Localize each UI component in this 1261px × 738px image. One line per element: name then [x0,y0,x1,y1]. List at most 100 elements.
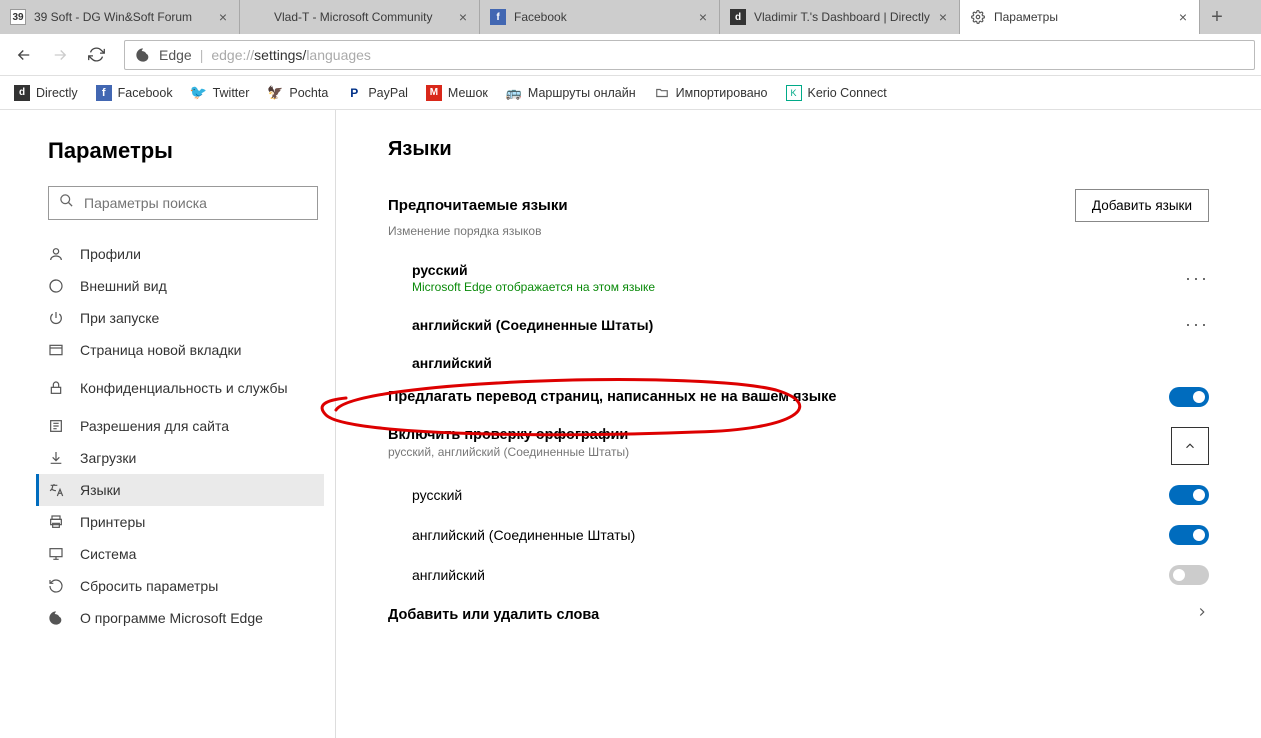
lock-icon [48,380,66,396]
collapse-button[interactable] [1171,427,1209,465]
pochta-icon: 🦅 [267,85,283,101]
bookmark-routes[interactable]: 🚌Маршруты онлайн [498,79,644,107]
nav-languages[interactable]: Языки [36,474,324,506]
tab-strip: 39 39 Soft - DG Win&Soft Forum × Vlad-T … [0,0,1261,34]
close-icon[interactable]: × [935,9,951,25]
bookmark-pochta[interactable]: 🦅Pochta [259,79,336,107]
language-icon [48,482,66,498]
nav-reset[interactable]: Сбросить параметры [36,570,324,602]
dictionary-label: Добавить или удалить слова [388,607,599,623]
tab-5-active[interactable]: Параметры × [960,0,1200,34]
back-button[interactable] [6,37,42,73]
bookmark-directly[interactable]: dDirectly [6,79,86,107]
nav-system[interactable]: Система [36,538,324,570]
address-url: edge://settings/languages [211,47,371,63]
favicon-facebook: f [490,9,506,25]
dictionary-row[interactable]: Добавить или удалить слова [388,595,1209,634]
close-icon[interactable]: × [1175,9,1191,25]
language-item-english[interactable]: английский [388,345,1209,377]
language-item-russian[interactable]: русский Microsoft Edge отображается на э… [388,252,1209,304]
paypal-icon: P [346,85,362,101]
add-languages-button[interactable]: Добавить языки [1075,189,1209,222]
close-icon[interactable]: × [455,9,471,25]
spell-toggle-english[interactable] [1169,565,1209,585]
spell-toggle-russian[interactable] [1169,485,1209,505]
close-icon[interactable]: × [215,9,231,25]
search-input[interactable] [84,195,307,211]
spellcheck-sub: русский, английский (Соединенные Штаты) [388,445,629,459]
tab-title: Facebook [514,10,695,24]
download-icon [48,450,66,466]
power-icon [48,310,66,326]
main-panel: Языки Предпочитаемые языки Добавить язык… [336,110,1261,738]
edge-icon [135,47,151,63]
bookmarks-bar: dDirectly fFacebook 🐦Twitter 🦅Pochta PPa… [0,76,1261,110]
directly-icon: d [14,85,30,101]
tab-title: Vlad-T - Microsoft Community [274,10,455,24]
tab-title: Параметры [994,10,1175,24]
more-icon[interactable]: ··· [1185,268,1209,289]
bookmark-kerio[interactable]: KKerio Connect [778,79,895,107]
tab-2[interactable]: Vlad-T - Microsoft Community × [240,0,480,34]
edge-icon [48,610,66,626]
refresh-button[interactable] [78,37,114,73]
close-icon[interactable]: × [695,9,711,25]
spellcheck-label: Включить проверку орфографии [388,427,629,443]
preferred-languages-title: Предпочитаемые языки [388,197,568,214]
routes-icon: 🚌 [506,85,522,101]
nav-appearance[interactable]: Внешний вид [36,270,324,302]
nav-downloads[interactable]: Загрузки [36,442,324,474]
nav-privacy[interactable]: Конфиденциальность и службы [36,366,324,410]
bookmark-meshok[interactable]: ММешок [418,79,496,107]
search-icon [59,193,74,213]
nav-about[interactable]: О программе Microsoft Edge [36,602,324,634]
folder-icon [654,85,670,101]
nav-startup[interactable]: При запуске [36,302,324,334]
twitter-icon: 🐦 [191,85,207,101]
nav-newtab[interactable]: Страница новой вкладки [36,334,324,366]
spell-item-english: английский [388,555,1209,595]
chevron-up-icon [1183,439,1197,453]
address-bar[interactable]: Edge | edge://settings/languages [124,40,1255,70]
new-tab-button[interactable]: + [1200,0,1234,34]
toolbar: Edge | edge://settings/languages [0,34,1261,76]
settings-sidebar: Параметры Профили Внешний вид При запуск… [0,110,336,738]
bookmark-twitter[interactable]: 🐦Twitter [183,79,258,107]
tab-4[interactable]: d Vladimir T.'s Dashboard | Directly × [720,0,960,34]
tab-3[interactable]: f Facebook × [480,0,720,34]
newtab-icon [48,342,66,358]
content: Параметры Профили Внешний вид При запуск… [0,110,1261,738]
favicon-microsoft [250,9,266,25]
translate-setting-row: Предлагать перевод страниц, написанных н… [388,377,1209,417]
gear-icon [970,9,986,25]
meshok-icon: М [426,85,442,101]
tab-title: 39 Soft - DG Win&Soft Forum [34,10,215,24]
more-icon[interactable]: ··· [1185,314,1209,335]
bookmark-imported[interactable]: Импортировано [646,79,776,107]
favicon-39: 39 [10,9,26,25]
bookmark-facebook[interactable]: fFacebook [88,79,181,107]
translate-label: Предлагать перевод страниц, написанных н… [388,389,836,405]
bookmark-paypal[interactable]: PPayPal [338,79,416,107]
translate-toggle[interactable] [1169,387,1209,407]
nav-profiles[interactable]: Профили [36,238,324,270]
preferred-languages-sub: Изменение порядка языков [388,224,1209,238]
spell-toggle-en-us[interactable] [1169,525,1209,545]
nav-site-permissions[interactable]: Разрешения для сайта [36,410,324,442]
nav-printers[interactable]: Принтеры [36,506,324,538]
tab-1[interactable]: 39 39 Soft - DG Win&Soft Forum × [0,0,240,34]
main-heading: Языки [388,138,1209,161]
spell-item-russian: русский [388,475,1209,515]
printer-icon [48,514,66,530]
tab-title: Vladimir T.'s Dashboard | Directly [754,10,935,24]
settings-search[interactable] [48,186,318,220]
appearance-icon [48,278,66,294]
sidebar-heading: Параметры [48,138,335,164]
separator: | [200,47,204,63]
language-item-en-us[interactable]: английский (Соединенные Штаты) ··· [388,304,1209,345]
profile-icon [48,246,66,262]
chevron-right-icon [1195,605,1209,624]
permissions-icon [48,418,66,434]
system-icon [48,546,66,562]
forward-button[interactable] [42,37,78,73]
